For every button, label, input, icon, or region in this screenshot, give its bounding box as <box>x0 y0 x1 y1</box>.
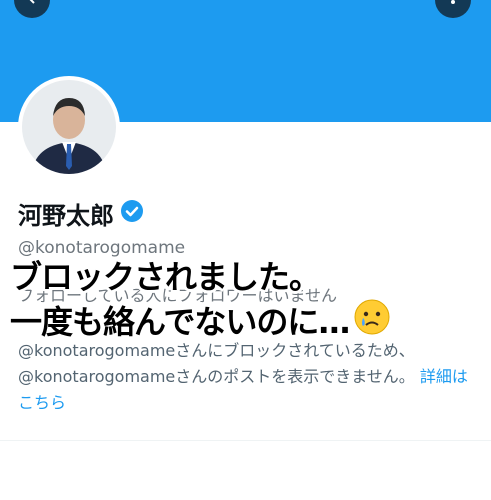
more-icon <box>445 0 461 10</box>
meme-caption: ブロックされました。 一度も絡んでないのに… <box>10 256 491 346</box>
back-arrow-icon <box>24 0 40 10</box>
profile-name-text: 河野太郎 <box>18 202 114 230</box>
profile-handle: @konotarogomame <box>18 238 186 258</box>
caption-line-2-text: 一度も絡んでないのに… <box>10 303 350 341</box>
avatar[interactable] <box>18 76 120 178</box>
caption-line-1: ブロックされました。 <box>10 258 321 296</box>
avatar-photo <box>22 80 116 174</box>
blocked-notice: @konotarogomameさんにブロックされているため、@konotarog… <box>18 338 478 416</box>
blocked-notice-text: @konotarogomameさんにブロックされているため、@konotarog… <box>18 341 415 386</box>
profile-name: 河野太郎 <box>18 196 144 231</box>
divider <box>0 440 491 441</box>
verified-badge-icon <box>120 199 144 229</box>
